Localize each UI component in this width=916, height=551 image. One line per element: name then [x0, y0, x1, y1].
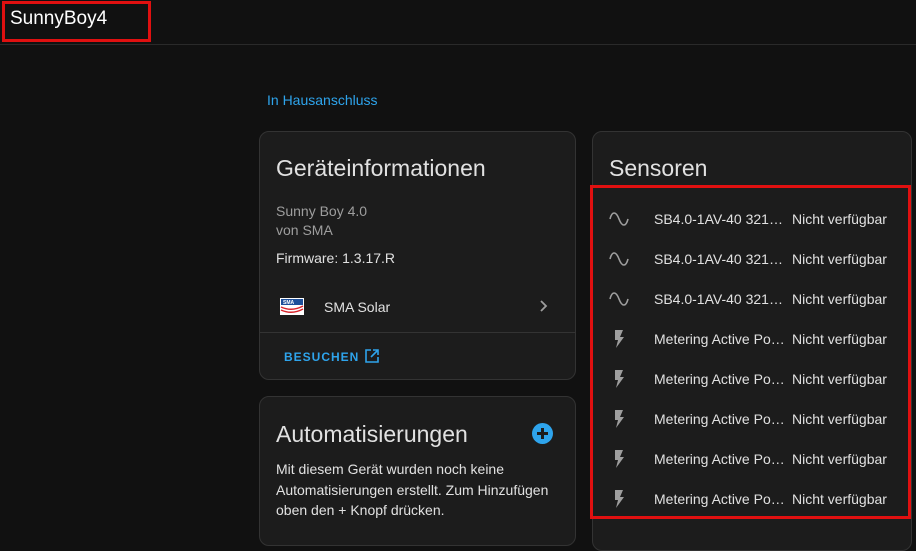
integration-row[interactable]: SMA SMA Solar	[260, 280, 575, 332]
flash-icon	[615, 370, 624, 388]
sensor-state: Nicht verfügbar	[792, 211, 887, 227]
sensor-state: Nicht verfügbar	[792, 451, 887, 467]
plus-circle-icon[interactable]	[532, 423, 553, 444]
sensor-name: SB4.0-1AV-40 321 Grid Current Phase L2	[654, 251, 786, 267]
sensor-row[interactable]: Metering Active Power Draw L2 Nicht verfü…	[590, 359, 911, 399]
sensor-state: Nicht verfügbar	[792, 371, 887, 387]
sensor-row[interactable]: SB4.0-1AV-40 321 Grid Current Phase L1 Ni…	[590, 199, 911, 239]
sine-wave-icon	[609, 292, 629, 306]
device-firmware: Firmware: 1.3.17.R	[276, 250, 396, 266]
open-in-new-icon	[365, 349, 379, 363]
automations-card: Automatisierungen Mit diesem Gerät wurde…	[259, 396, 576, 546]
integration-label: SMA Solar	[324, 299, 391, 315]
sensor-row[interactable]: Metering Active Power Draw L3 Nicht verfü…	[590, 399, 911, 439]
sensor-state: Nicht verfügbar	[792, 251, 887, 267]
flash-icon	[615, 330, 624, 348]
sensor-state: Nicht verfügbar	[792, 291, 887, 307]
sensor-name: Metering Active Power Feed L1	[654, 451, 786, 467]
flash-icon	[615, 490, 624, 508]
device-model: Sunny Boy 4.0	[276, 203, 368, 219]
sensor-row[interactable]: Metering Active Power Draw L1 Nicht verfü…	[590, 319, 911, 359]
sensor-name: Metering Active Power Feed L2	[654, 491, 786, 507]
sensor-state: Nicht verfügbar	[792, 491, 887, 507]
sensor-row[interactable]: SB4.0-1AV-40 321 Grid Current Phase L2 Ni…	[590, 239, 911, 279]
automations-title: Automatisierungen	[276, 421, 468, 447]
sensor-name: Metering Active Power Draw L3	[654, 411, 786, 427]
svg-text:SMA: SMA	[283, 300, 295, 306]
sensor-name: SB4.0-1AV-40 321 Grid Current Phase L3	[654, 291, 786, 307]
flash-icon	[615, 410, 624, 428]
sensor-name: Metering Active Power Draw L2	[654, 371, 786, 387]
sensor-row[interactable]: Metering Active Power Feed L2 Nicht verfü…	[590, 479, 911, 519]
sma-logo: SMA	[280, 298, 304, 315]
sensors-highlight: SB4.0-1AV-40 321 Grid Current Phase L1 Ni…	[590, 185, 911, 519]
chevron-right-icon	[540, 300, 548, 312]
page-title: SunnyBoy4	[10, 8, 108, 29]
visit-label: BESUCHEN	[284, 350, 360, 364]
device-info-card: Geräteinformationen Sunny Boy 4.0 von SM…	[259, 131, 576, 380]
sensor-name: SB4.0-1AV-40 321 Grid Current Phase L1	[654, 211, 786, 227]
sensor-row[interactable]: SB4.0-1AV-40 321 Grid Current Phase L3 Ni…	[590, 279, 911, 319]
sensor-name: Metering Active Power Draw L1	[654, 331, 786, 347]
sensor-state: Nicht verfügbar	[792, 331, 887, 347]
sine-wave-icon	[609, 212, 629, 226]
top-app-bar: SunnyBoy4	[0, 0, 916, 45]
automations-empty-text: Mit diesem Gerät wurden noch keine Autom…	[276, 461, 549, 518]
sensors-title: Sensoren	[609, 155, 708, 181]
sensor-row[interactable]: Metering Active Power Feed L1 Nicht verfü…	[590, 439, 911, 479]
flash-icon	[615, 450, 624, 468]
sensor-state: Nicht verfügbar	[792, 411, 887, 427]
sine-wave-icon	[609, 252, 629, 266]
device-info-title: Geräteinformationen	[276, 155, 486, 181]
card-divider	[260, 332, 575, 333]
device-manufacturer: von SMA	[276, 222, 333, 238]
area-link[interactable]: In Hausanschluss	[267, 92, 378, 108]
